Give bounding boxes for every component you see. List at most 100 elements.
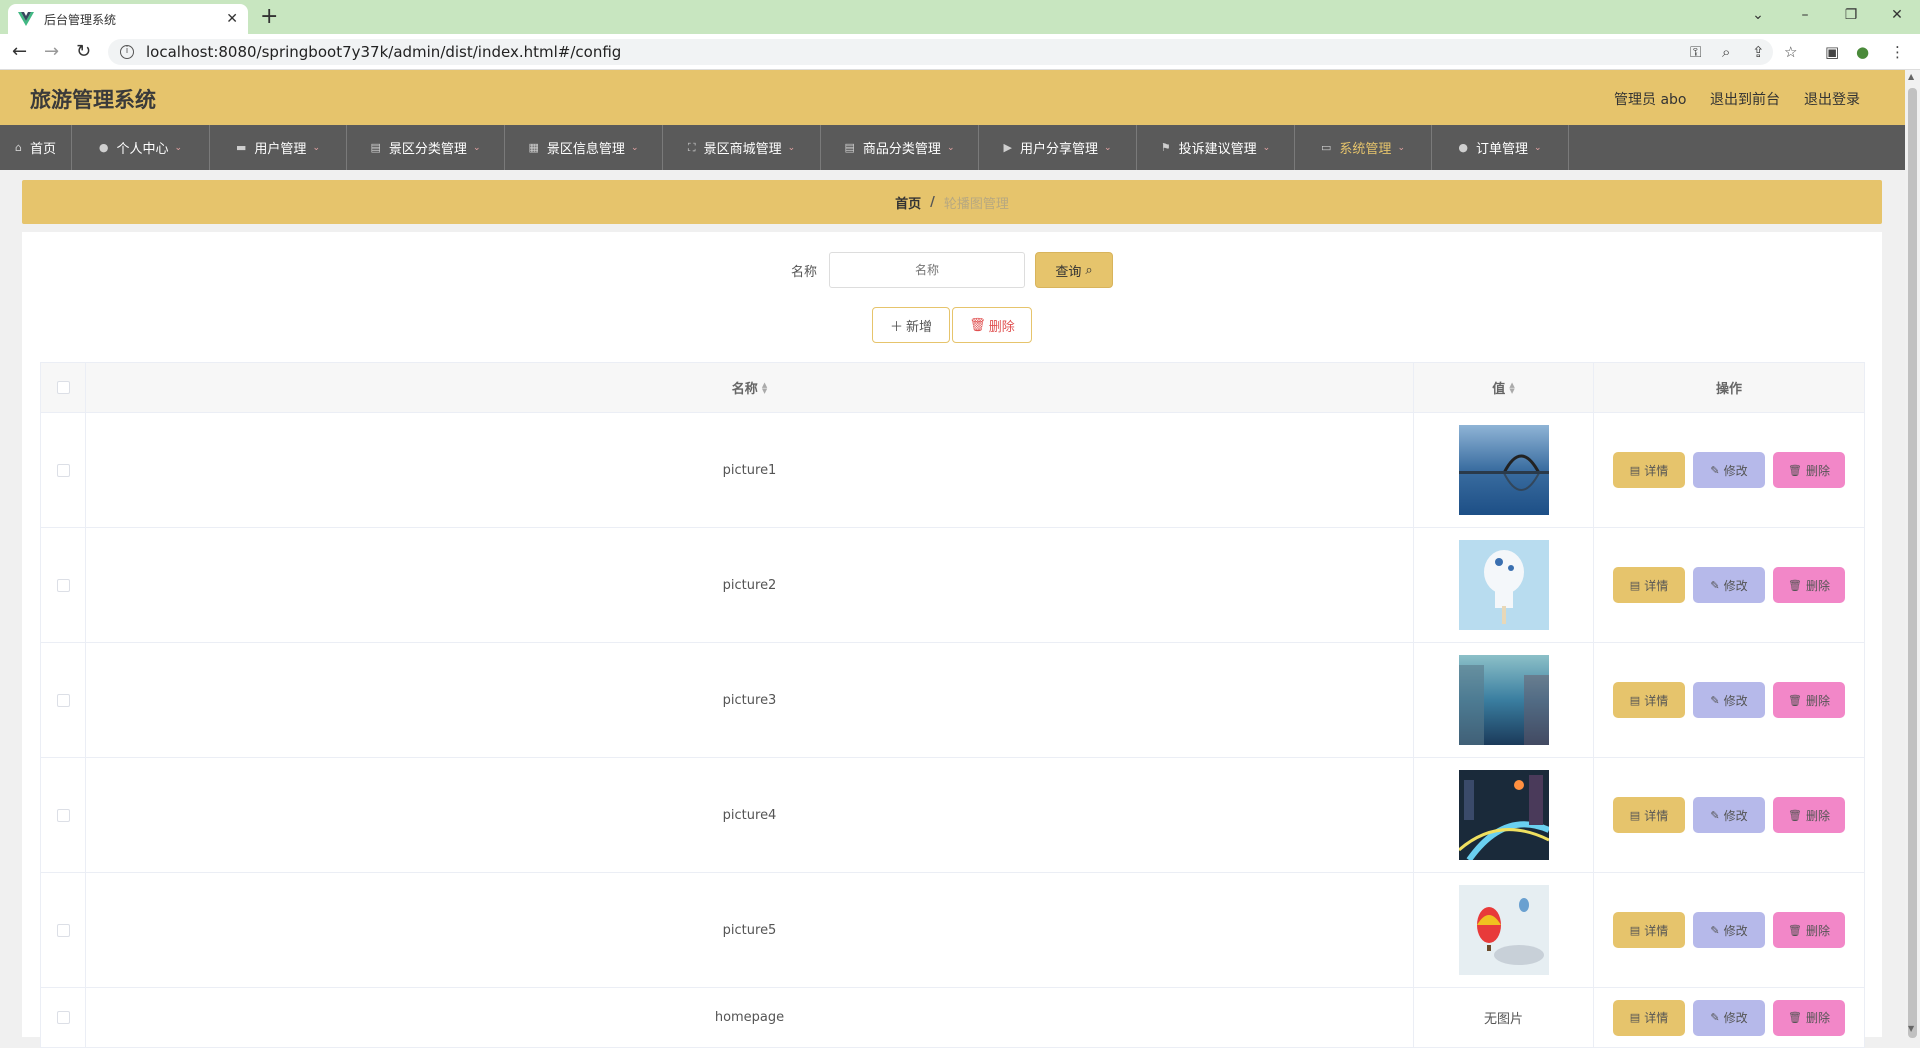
zoom-icon[interactable]: ⌕: [1722, 42, 1730, 62]
table-body: picture1 ▤ 详情 ✎ 修改 🗑 删除 picture2 ▤ 详情 ✎ 修改 🗑 删除 pictur…: [41, 413, 1864, 1048]
delete-button[interactable]: 🗑 删除: [1773, 452, 1845, 488]
thumbnail-image[interactable]: [1458, 655, 1549, 745]
key-icon[interactable]: ⚿: [1690, 42, 1701, 62]
edit-button[interactable]: ✎ 修改: [1693, 797, 1765, 833]
bookmark-star-icon[interactable]: ☆: [1784, 42, 1797, 62]
new-tab-button[interactable]: +: [260, 6, 278, 28]
row-select-cell: [41, 988, 86, 1047]
to-front-link[interactable]: 退出到前台: [1710, 89, 1780, 109]
edit-button[interactable]: ✎ 修改: [1693, 682, 1765, 718]
edit-label: 修改: [1723, 463, 1748, 478]
minimize-icon[interactable]: –: [1782, 4, 1828, 26]
no-image-text: 无图片: [1483, 1012, 1523, 1027]
table-row: picture3 ▤ 详情 ✎ 修改 🗑 删除: [41, 643, 1864, 758]
row-checkbox[interactable]: [56, 693, 70, 707]
row-value-cell: [1414, 758, 1594, 872]
trash-icon: 🗑: [1788, 923, 1802, 937]
menu-item[interactable]: ● 订单管理 ⌄: [1432, 125, 1569, 170]
back-icon[interactable]: ←: [12, 42, 27, 62]
menu-item[interactable]: ▶ 用户分享管理 ⌄: [979, 125, 1137, 170]
row-name: picture4: [722, 807, 777, 823]
search-form: 名称 查询 ⌕: [22, 252, 1882, 288]
row-checkbox[interactable]: [56, 923, 70, 937]
menu-item[interactable]: ⛶ 景区商城管理 ⌄: [663, 125, 821, 170]
vue-logo-icon: [18, 12, 34, 26]
menu-item[interactable]: ▤ 景区分类管理 ⌄: [347, 125, 505, 170]
site-info-icon[interactable]: i: [120, 45, 134, 59]
chevron-down-icon: ⌄: [787, 142, 796, 153]
more-menu-icon[interactable]: ⋮: [1890, 42, 1905, 62]
detail-button[interactable]: ▤ 详情: [1613, 452, 1685, 488]
tab-search-chevron-icon[interactable]: ⌄: [1735, 4, 1781, 26]
menu-item[interactable]: ▦ 景区信息管理 ⌄: [505, 125, 663, 170]
thumbnail-image[interactable]: [1458, 885, 1549, 975]
edit-button[interactable]: ✎ 修改: [1693, 912, 1765, 948]
table-row: picture4 ▤ 详情 ✎ 修改 🗑 删除: [41, 758, 1864, 873]
detail-button[interactable]: ▤ 详情: [1613, 912, 1685, 948]
thumbnail-image[interactable]: [1458, 540, 1549, 630]
row-checkbox[interactable]: [56, 808, 70, 822]
delete-button[interactable]: 🗑 删除: [1773, 999, 1845, 1036]
page-scrollbar[interactable]: ▲ ▼: [1905, 70, 1920, 1038]
row-checkbox[interactable]: [56, 463, 70, 477]
edit-button[interactable]: ✎ 修改: [1693, 567, 1765, 603]
document-icon: ▤: [1629, 693, 1641, 707]
menu-item[interactable]: ● 个人中心 ⌄: [72, 125, 210, 170]
batch-delete-button[interactable]: 🗑 删除: [952, 307, 1032, 343]
forward-icon[interactable]: →: [44, 42, 59, 62]
sort-icon[interactable]: ▲ ▼: [762, 381, 767, 394]
detail-button[interactable]: ▤ 详情: [1613, 999, 1685, 1036]
delete-button[interactable]: 🗑 删除: [1773, 567, 1845, 603]
delete-button[interactable]: 🗑 删除: [1773, 912, 1845, 948]
scrollbar-thumb[interactable]: [1908, 88, 1917, 1038]
menu-item-label: 商品分类管理: [862, 142, 941, 157]
close-tab-icon[interactable]: ✕: [226, 11, 238, 27]
column-name[interactable]: 名称 ▲ ▼: [86, 363, 1414, 412]
table-row: picture1 ▤ 详情 ✎ 修改 🗑 删除: [41, 413, 1864, 528]
menu-item[interactable]: ⚑ 投诉建议管理 ⌄: [1137, 125, 1295, 170]
table-row: picture5 ▤ 详情 ✎ 修改 🗑 删除: [41, 873, 1864, 988]
thumbnail-image[interactable]: [1458, 770, 1549, 860]
row-name-cell: picture2: [86, 528, 1414, 642]
sort-icon[interactable]: ▲ ▼: [1509, 381, 1514, 394]
column-ops-label: 操作: [1715, 382, 1742, 397]
menu-item[interactable]: ⌂ 首页: [0, 125, 72, 170]
delete-button[interactable]: 🗑 删除: [1773, 797, 1845, 833]
share-icon[interactable]: ⇪: [1752, 42, 1765, 62]
logout-link[interactable]: 退出登录: [1804, 89, 1860, 109]
add-button[interactable]: ＋ 新增: [872, 307, 950, 343]
thumbnail-image[interactable]: [1458, 425, 1549, 515]
delete-button[interactable]: 🗑 删除: [1773, 682, 1845, 718]
clipboard-icon: ▤: [370, 141, 381, 154]
pencil-icon: ✎: [1710, 1011, 1720, 1024]
side-panel-icon[interactable]: ▣: [1825, 42, 1839, 62]
restore-icon[interactable]: ❐: [1828, 4, 1874, 26]
column-value[interactable]: 值 ▲ ▼: [1414, 363, 1594, 412]
detail-button[interactable]: ▤ 详情: [1613, 567, 1685, 603]
edit-button[interactable]: ✎ 修改: [1693, 452, 1765, 488]
breadcrumb-home[interactable]: 首页: [895, 193, 921, 212]
window-close-icon[interactable]: ✕: [1874, 4, 1920, 26]
scroll-down-icon[interactable]: ▼: [1908, 1024, 1914, 1033]
edit-label: 修改: [1723, 1011, 1748, 1025]
search-input[interactable]: [829, 252, 1025, 288]
browser-tab[interactable]: 后台管理系统 ✕: [8, 4, 248, 34]
row-name: picture2: [722, 577, 777, 593]
row-checkbox[interactable]: [56, 578, 70, 592]
row-checkbox[interactable]: [56, 1011, 70, 1024]
select-all-checkbox[interactable]: [56, 381, 70, 394]
search-button[interactable]: 查询 ⌕: [1035, 252, 1113, 288]
detail-label: 详情: [1644, 1011, 1669, 1025]
edit-button[interactable]: ✎ 修改: [1693, 999, 1765, 1036]
row-name-cell: picture5: [86, 873, 1414, 987]
url-field[interactable]: i localhost:8080/springboot7y37k/admin/d…: [108, 39, 1773, 65]
menu-item[interactable]: ▬ 用户管理 ⌄: [210, 125, 347, 170]
menu-item[interactable]: ▭ 系统管理 ⌄: [1295, 125, 1432, 170]
menu-item-label: 投诉建议管理: [1178, 142, 1257, 157]
menu-item[interactable]: ▤ 商品分类管理 ⌄: [821, 125, 979, 170]
reload-icon[interactable]: ↻: [76, 42, 91, 62]
detail-button[interactable]: ▤ 详情: [1613, 682, 1685, 718]
detail-button[interactable]: ▤ 详情: [1613, 797, 1685, 833]
scroll-up-icon[interactable]: ▲: [1908, 72, 1914, 81]
profile-avatar-icon[interactable]: ●: [1856, 42, 1869, 62]
